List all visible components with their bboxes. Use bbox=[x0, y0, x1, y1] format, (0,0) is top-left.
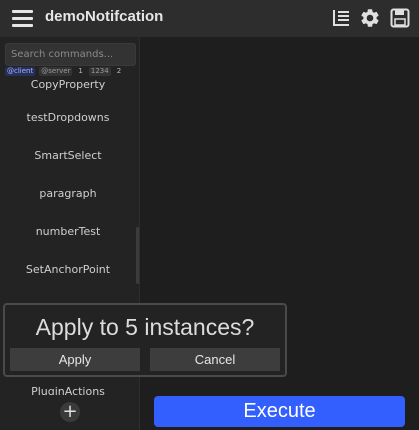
sidebar-scrollbar[interactable] bbox=[136, 227, 139, 284]
list-icon[interactable] bbox=[331, 7, 353, 29]
tag-client[interactable]: @client bbox=[5, 67, 36, 76]
command-list: CopyProperty testDropdowns SmartSelect p… bbox=[0, 78, 136, 288]
command-item-smartselect[interactable]: SmartSelect bbox=[0, 136, 136, 174]
command-item-testdropdowns[interactable]: testDropdowns bbox=[0, 98, 136, 136]
apply-button[interactable]: Apply bbox=[10, 348, 140, 371]
app-title: demoNotifcation bbox=[45, 8, 164, 25]
command-item-numbertest[interactable]: numberTest bbox=[0, 212, 136, 250]
tag-server[interactable]: @server bbox=[39, 67, 73, 76]
save-icon[interactable] bbox=[389, 7, 411, 29]
tag-2[interactable]: 2 bbox=[115, 67, 123, 76]
command-item-setanchorpoint[interactable]: SetAnchorPoint bbox=[0, 250, 136, 288]
search-commands-input[interactable] bbox=[5, 43, 136, 66]
top-bar: demoNotifcation bbox=[0, 0, 419, 37]
confirm-dialog: Apply to 5 instances? Apply Cancel bbox=[3, 303, 287, 377]
command-item-paragraph[interactable]: paragraph bbox=[0, 174, 136, 212]
tag-row: @client @server 1 1234 2 bbox=[5, 67, 123, 76]
command-item-copyproperty[interactable]: CopyProperty bbox=[0, 78, 136, 98]
dialog-message: Apply to 5 instances? bbox=[35, 314, 255, 340]
cancel-button[interactable]: Cancel bbox=[150, 348, 280, 371]
execute-button[interactable]: Execute bbox=[154, 396, 405, 427]
gear-icon[interactable] bbox=[359, 7, 381, 29]
tag-1[interactable]: 1 bbox=[76, 67, 84, 76]
add-command-button[interactable]: + bbox=[60, 402, 80, 422]
command-item-pluginactions[interactable]: PluginActions bbox=[0, 383, 136, 395]
menu-icon[interactable] bbox=[12, 10, 33, 27]
tag-1234[interactable]: 1234 bbox=[88, 67, 111, 76]
